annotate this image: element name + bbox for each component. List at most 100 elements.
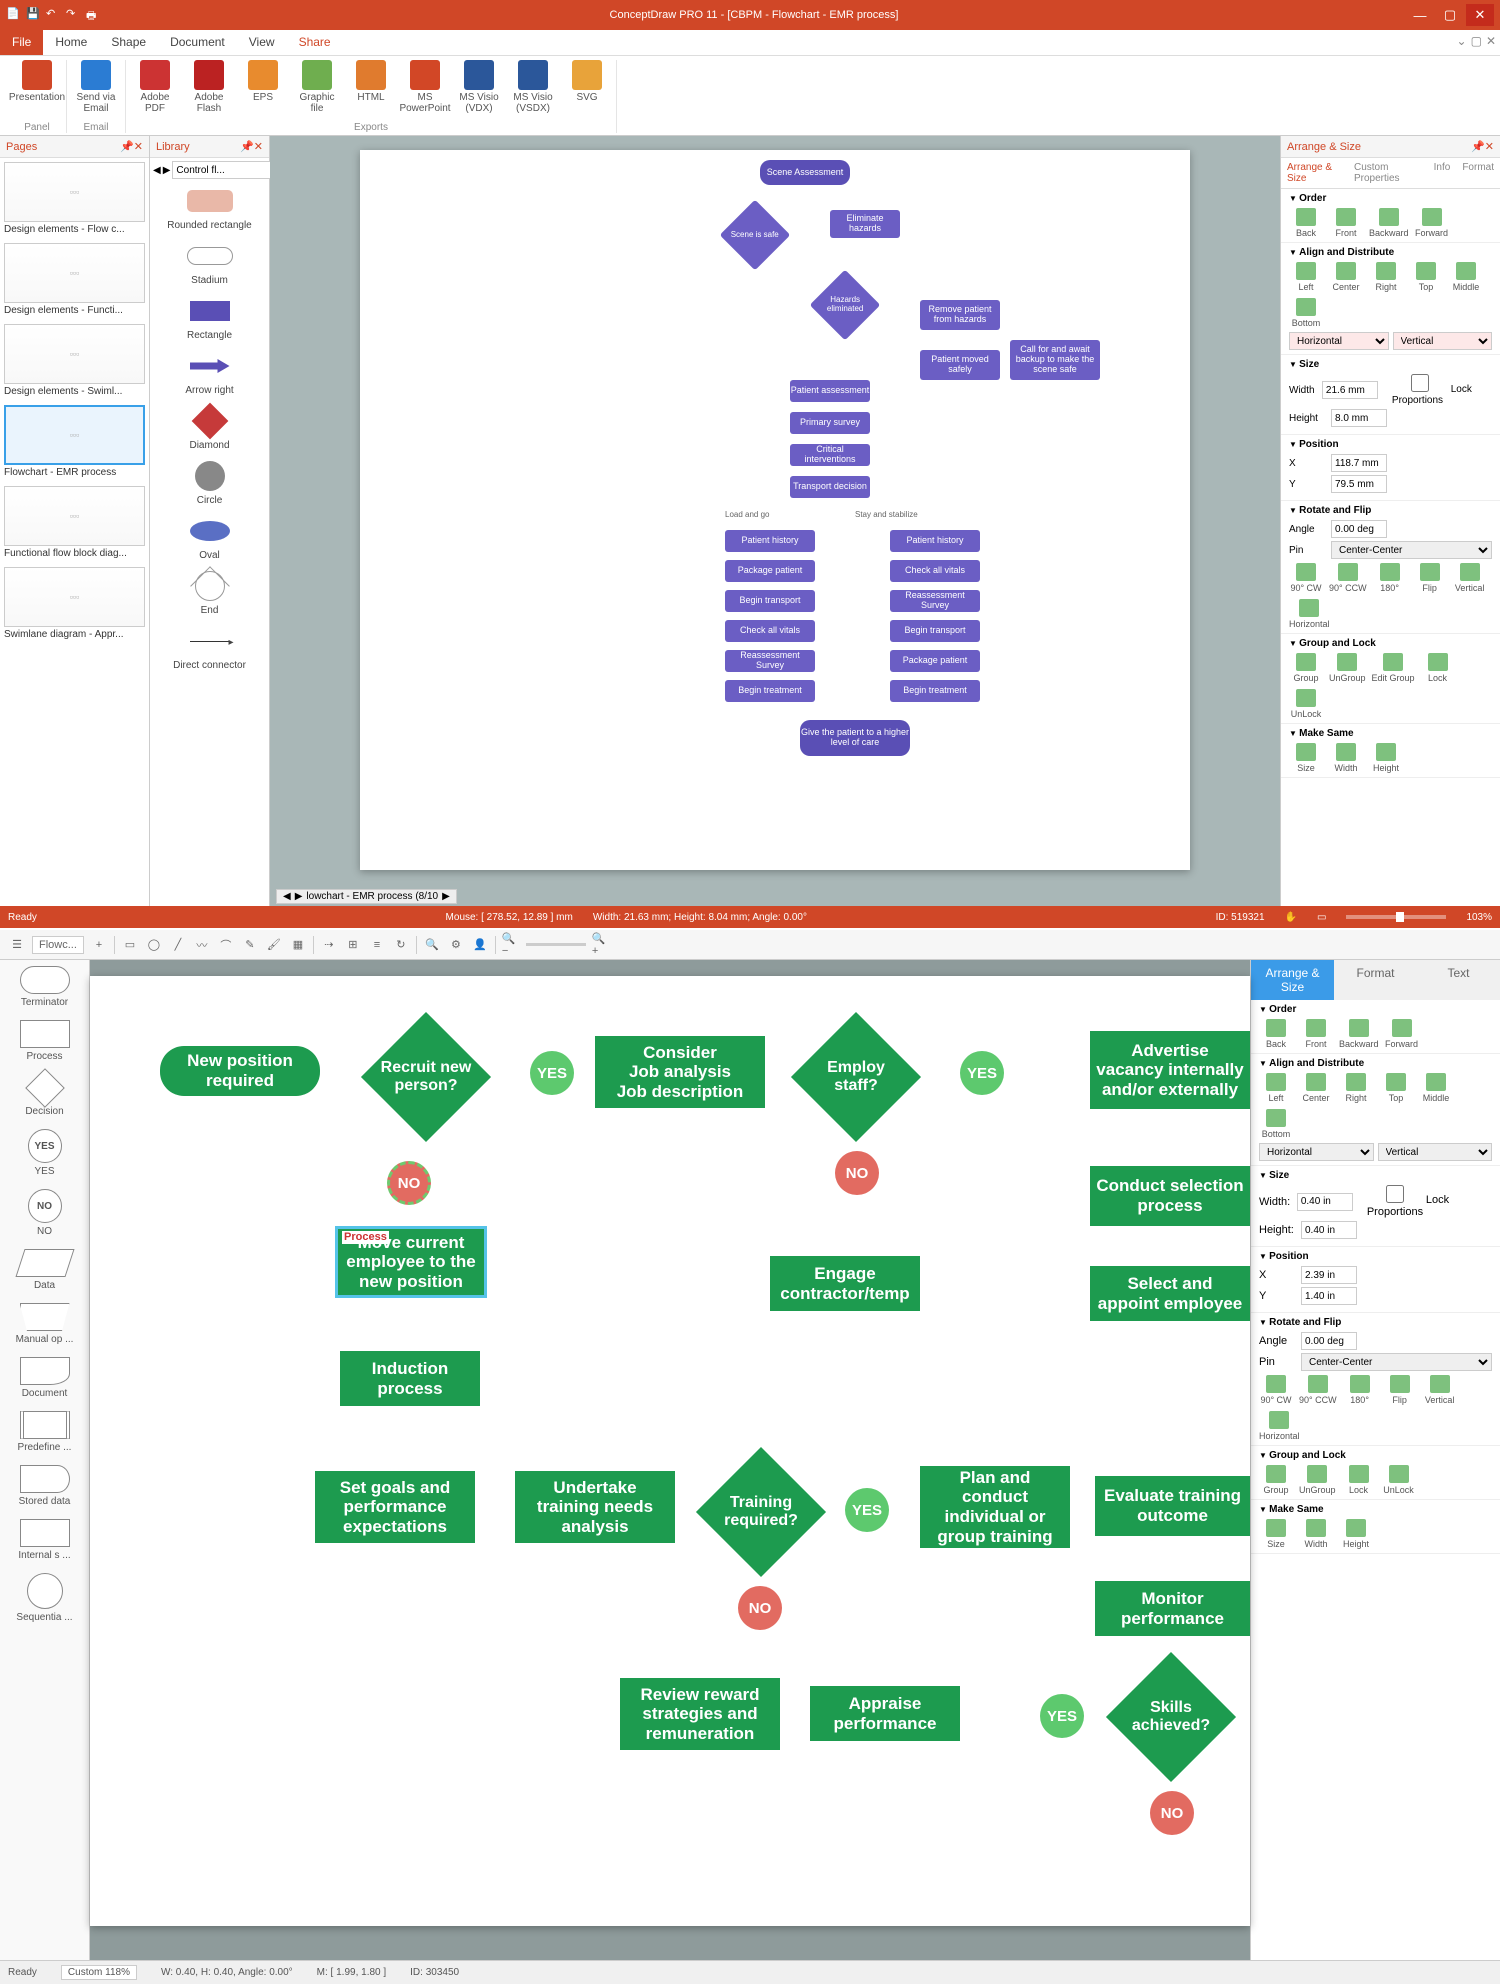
panel-button[interactable]: Forward xyxy=(1385,1019,1419,1049)
undo-icon[interactable]: ↶ xyxy=(46,7,62,23)
width-input[interactable] xyxy=(1297,1193,1353,1211)
zoom-slider[interactable] xyxy=(1346,915,1446,919)
subtab-format[interactable]: Format xyxy=(1456,158,1500,188)
align-icon[interactable]: ≡ xyxy=(368,936,386,954)
node-monitor[interactable]: Monitor performance xyxy=(1095,1581,1250,1636)
node-appraise[interactable]: Appraise performance xyxy=(810,1686,960,1741)
close-button[interactable]: ✕ xyxy=(1466,4,1494,26)
drawing-page[interactable]: Scene AssessmentScene is safeEliminate h… xyxy=(360,150,1190,870)
panel-button[interactable]: Group xyxy=(1289,653,1323,683)
settings-icon[interactable]: ⚙ xyxy=(447,936,465,954)
ribbon-restore-icon[interactable]: ▢ xyxy=(1471,34,1482,51)
panel-button[interactable]: Top xyxy=(1409,262,1443,292)
flow-decision[interactable]: Hazards eliminated xyxy=(810,270,881,341)
page-thumbnail[interactable]: ▫▫▫ xyxy=(4,405,145,465)
ribbon-btn[interactable]: MS PowerPoint xyxy=(402,60,448,114)
y-input[interactable] xyxy=(1301,1287,1357,1305)
subtab-info[interactable]: Info xyxy=(1428,158,1457,188)
panel-button[interactable]: Top xyxy=(1379,1073,1413,1103)
panel-button[interactable]: 90° CW xyxy=(1289,563,1323,593)
tab-format[interactable]: Format xyxy=(1334,960,1417,1000)
flow-node[interactable]: Begin transport xyxy=(890,620,980,642)
panel-button[interactable]: Horizontal xyxy=(1259,1411,1300,1441)
panel-button[interactable]: 180° xyxy=(1373,563,1407,593)
tab-text[interactable]: Text xyxy=(1417,960,1500,1000)
stencil-shape[interactable]: Stored data xyxy=(0,1465,89,1507)
stencil-shape[interactable]: Process xyxy=(0,1020,89,1062)
ribbon-btn[interactable]: Adobe PDF xyxy=(132,60,178,114)
panel-button[interactable]: Vertical xyxy=(1453,563,1487,593)
ribbon-close-icon[interactable]: ✕ xyxy=(1486,34,1496,51)
flow-node[interactable]: Reassessment Survey xyxy=(725,650,815,672)
page-thumbnail[interactable]: ▫▫▫ xyxy=(4,243,145,303)
canvas[interactable]: New position required Recruit new person… xyxy=(90,960,1250,1960)
panel-button[interactable]: Width xyxy=(1329,743,1363,773)
node-analysis[interactable]: Undertake training needs analysis xyxy=(515,1471,675,1543)
node-goals[interactable]: Set goals and performance expectations xyxy=(315,1471,475,1543)
node-advertise[interactable]: Advertise vacancy internally and/or exte… xyxy=(1090,1031,1250,1109)
panel-button[interactable]: 90° CCW xyxy=(1329,563,1367,593)
panel-button[interactable]: Back xyxy=(1289,208,1323,238)
tab-view[interactable]: View xyxy=(237,30,287,55)
ellipse-tool-icon[interactable]: ◯ xyxy=(145,936,163,954)
horizontal-distribute[interactable]: Horizontal xyxy=(1289,332,1389,350)
stencil-shape[interactable]: Internal s ... xyxy=(0,1519,89,1561)
page-thumbnail[interactable]: ▫▫▫ xyxy=(4,486,145,546)
height-input[interactable] xyxy=(1331,409,1387,427)
node-review[interactable]: Review reward strategies and remuneratio… xyxy=(620,1678,780,1750)
tab-flowc[interactable]: Flowc... xyxy=(32,936,84,954)
panel-button[interactable]: Front xyxy=(1299,1019,1333,1049)
flow-node[interactable]: Call for and await backup to make the sc… xyxy=(1010,340,1100,380)
panel-button[interactable]: Height xyxy=(1339,1519,1373,1549)
close-panel-icon[interactable]: ✕ xyxy=(1485,140,1494,153)
ribbon-help-icon[interactable]: ⌄ xyxy=(1457,34,1467,51)
flow-node[interactable]: Package patient xyxy=(725,560,815,582)
panel-button[interactable]: Middle xyxy=(1449,262,1483,292)
close-panel-icon[interactable]: ✕ xyxy=(254,140,263,153)
panel-button[interactable]: 90° CW xyxy=(1259,1375,1293,1405)
panel-button[interactable]: Center xyxy=(1299,1073,1333,1103)
flow-node[interactable]: Patient history xyxy=(725,530,815,552)
redo-icon[interactable]: ↷ xyxy=(66,7,82,23)
library-shape[interactable]: Oval xyxy=(154,516,265,561)
node-induction[interactable]: Induction process xyxy=(340,1351,480,1406)
angle-input[interactable] xyxy=(1301,1332,1357,1350)
node-evaluate[interactable]: Evaluate training outcome xyxy=(1095,1476,1250,1536)
panel-button[interactable]: Size xyxy=(1259,1519,1293,1549)
node-engage[interactable]: Engage contractor/temp xyxy=(770,1256,920,1311)
panel-button[interactable]: Flip xyxy=(1383,1375,1417,1405)
flow-node[interactable]: Reassessment Survey xyxy=(890,590,980,612)
panel-button[interactable]: Forward xyxy=(1415,208,1449,238)
print-icon[interactable]: 🖶 xyxy=(86,7,102,23)
panel-button[interactable]: Right xyxy=(1369,262,1403,292)
rotate-tool-icon[interactable]: ↻ xyxy=(392,936,410,954)
pin-select[interactable]: Center-Center xyxy=(1301,1353,1492,1371)
pin-icon[interactable]: 📌 xyxy=(240,140,254,153)
flow-node[interactable]: Critical interventions xyxy=(790,444,870,466)
stencil-shape[interactable]: NONO xyxy=(0,1189,89,1237)
library-shape[interactable]: End xyxy=(154,571,265,616)
stencil-shape[interactable]: Manual op ... xyxy=(0,1303,89,1345)
grid-tool-icon[interactable]: ▦ xyxy=(289,936,307,954)
minimize-button[interactable]: — xyxy=(1406,4,1434,26)
snap-icon[interactable]: ⊞ xyxy=(344,936,362,954)
subtab-arrange[interactable]: Arrange & Size xyxy=(1281,158,1348,188)
panel-button[interactable]: Height xyxy=(1369,743,1403,773)
vertical-distribute[interactable]: Vertical xyxy=(1393,332,1493,350)
ribbon-btn[interactable]: Adobe Flash xyxy=(186,60,232,114)
panel-button[interactable]: Left xyxy=(1259,1073,1293,1103)
flow-node[interactable]: Patient history xyxy=(890,530,980,552)
flow-node[interactable]: Patient assessment xyxy=(790,380,870,402)
ribbon-btn[interactable]: MS Visio (VDX) xyxy=(456,60,502,114)
x-input[interactable] xyxy=(1301,1266,1357,1284)
menu-icon[interactable]: ☰ xyxy=(8,936,26,954)
flow-node[interactable]: Remove patient from hazards xyxy=(920,300,1000,330)
flow-node[interactable]: Transport decision xyxy=(790,476,870,498)
tab-home[interactable]: Home xyxy=(43,30,99,55)
panel-button[interactable]: Lock xyxy=(1342,1465,1376,1495)
user-icon[interactable]: 👤 xyxy=(471,936,489,954)
node-appoint[interactable]: Select and appoint employee xyxy=(1090,1266,1250,1321)
library-shape[interactable]: Rounded rectangle xyxy=(154,186,265,231)
page-thumbnail[interactable]: ▫▫▫ xyxy=(4,324,145,384)
flow-node[interactable]: Begin treatment xyxy=(725,680,815,702)
